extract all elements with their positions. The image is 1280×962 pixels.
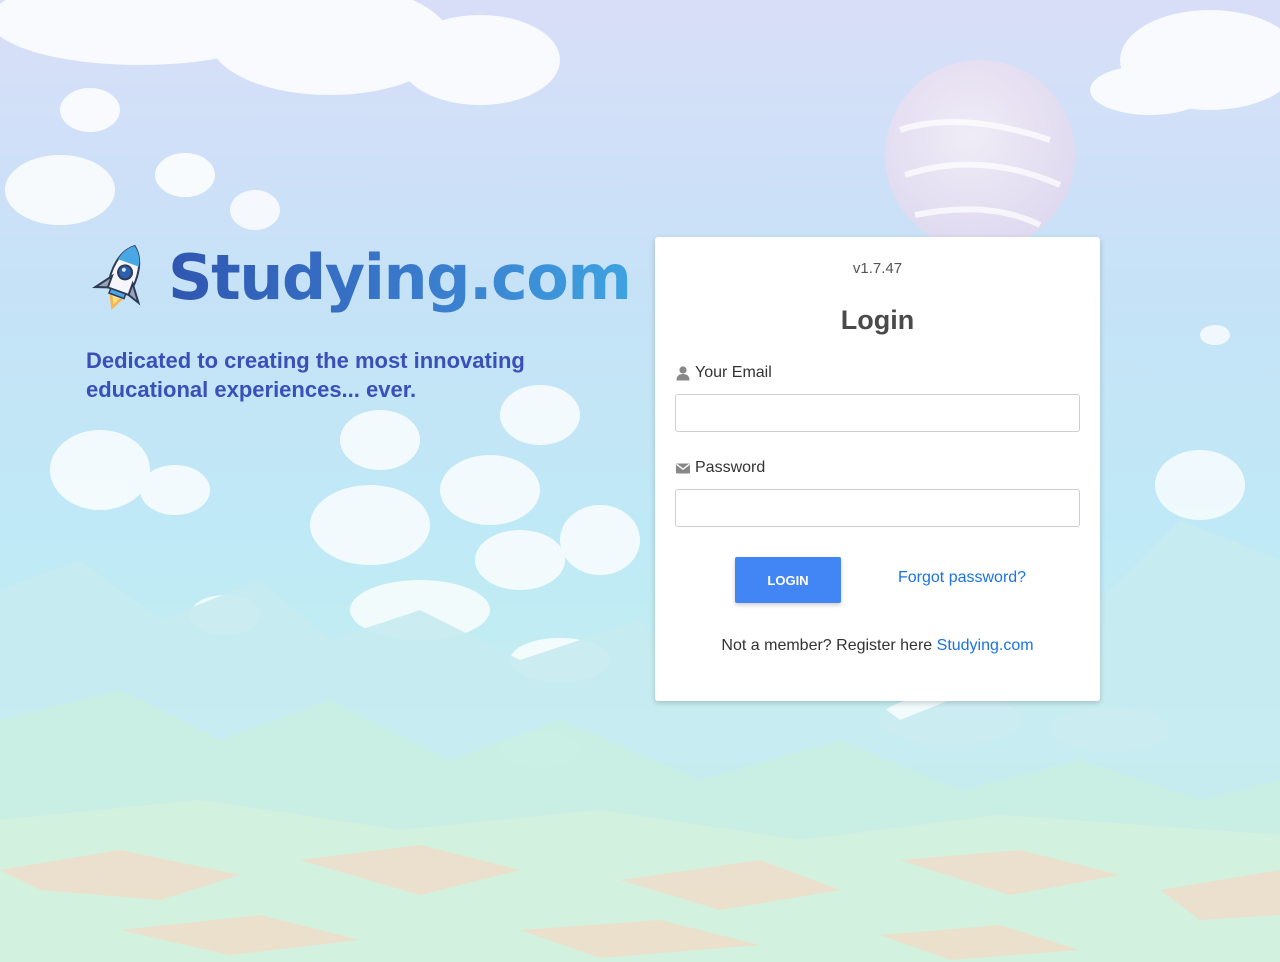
brand-section: Studying.com Dedicated to creating the m…	[86, 238, 646, 404]
login-title: Login	[840, 305, 915, 335]
brand-logo: Studying.com	[86, 238, 646, 318]
register-link[interactable]: Studying.com	[937, 637, 1034, 654]
brand-name: Studying.com	[168, 238, 632, 318]
login-card: v1.7.47 Login Your Email Password LOGIN …	[655, 237, 1100, 701]
clouds	[0, 0, 1280, 225]
register-prompt: Not a member? Register here	[721, 637, 933, 654]
login-button[interactable]: LOGIN	[735, 557, 841, 603]
rocket-icon	[92, 244, 141, 310]
login-actions: LOGIN Forgot password?	[675, 557, 1080, 603]
brand-tagline: Dedicated to creating the most innovatin…	[86, 348, 525, 402]
version-label: v1.7.47	[852, 260, 903, 277]
forgot-password-link[interactable]: Forgot password?	[898, 569, 1026, 587]
password-input[interactable]	[675, 489, 1080, 527]
envelope-icon	[676, 463, 690, 474]
register-line: Not a member? Register here Studying.com	[675, 637, 1080, 655]
password-label: Password	[675, 458, 1080, 478]
user-icon	[676, 366, 690, 381]
email-input[interactable]	[675, 394, 1080, 432]
planet-shape	[885, 60, 1075, 250]
email-label: Your Email	[675, 363, 1080, 383]
email-label-text: Your Email	[695, 364, 772, 381]
password-label-text: Password	[695, 459, 766, 476]
